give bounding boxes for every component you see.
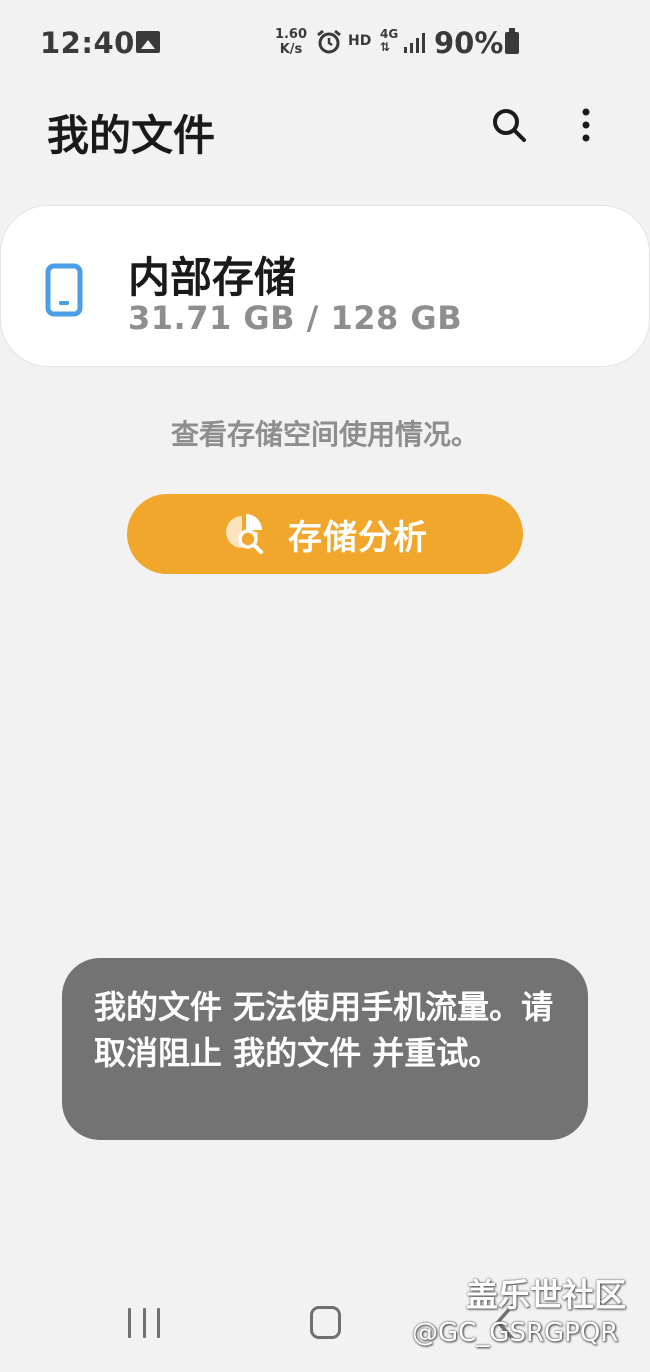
hd-voice-indicator: HD — [348, 33, 372, 49]
signal-strength-icon — [404, 33, 425, 53]
storage-usage: 31.71 GB / 128 GB — [128, 299, 463, 337]
battery-percent: 90% — [434, 26, 504, 60]
status-bar: 12:40 1.60 K/s HD 4G ⇅ 90% — [0, 0, 650, 86]
alarm-icon — [317, 29, 341, 54]
data-arrows-icon: ⇅ — [380, 40, 391, 54]
network-speed: 1.60 K/s — [272, 27, 310, 57]
watermark-handle: @GC_GSRGPQR — [412, 1318, 619, 1348]
gallery-notification-icon — [136, 31, 160, 53]
search-icon — [493, 109, 526, 142]
storage-name: 内部存储 — [128, 253, 297, 302]
storage-analysis-label: 存储分析 — [288, 517, 428, 558]
status-time: 12:40 — [40, 26, 135, 60]
toast-message: 我的文件 无法使用手机流量。请取消阻止 我的文件 并重试。 — [94, 988, 554, 1072]
storage-analysis-icon — [226, 514, 263, 554]
more-options-button[interactable] — [566, 102, 606, 148]
network-type: 4G ⇅ — [380, 28, 398, 54]
network-speed-value: 1.60 — [274, 27, 308, 42]
phone-storage-icon — [45, 263, 83, 317]
more-vertical-icon — [582, 108, 590, 142]
watermark-title: 盖乐世社区 — [466, 1276, 627, 1314]
screen: 12:40 1.60 K/s HD 4G ⇅ 90% 我的文件 内部存储 31.… — [0, 0, 650, 1372]
search-button[interactable] — [486, 102, 532, 148]
network-speed-unit: K/s — [279, 42, 303, 57]
storage-hint: 查看存储空间使用情况。 — [170, 418, 479, 451]
recents-button[interactable] — [128, 1308, 160, 1338]
error-toast: 我的文件 无法使用手机流量。请取消阻止 我的文件 并重试。 — [62, 958, 588, 1140]
page-title: 我的文件 — [47, 111, 216, 160]
internal-storage-card[interactable]: 内部存储 31.71 GB / 128 GB — [0, 205, 650, 367]
battery-icon — [505, 28, 519, 54]
storage-analysis-button[interactable]: 存储分析 — [127, 494, 523, 574]
home-button[interactable] — [310, 1306, 341, 1339]
